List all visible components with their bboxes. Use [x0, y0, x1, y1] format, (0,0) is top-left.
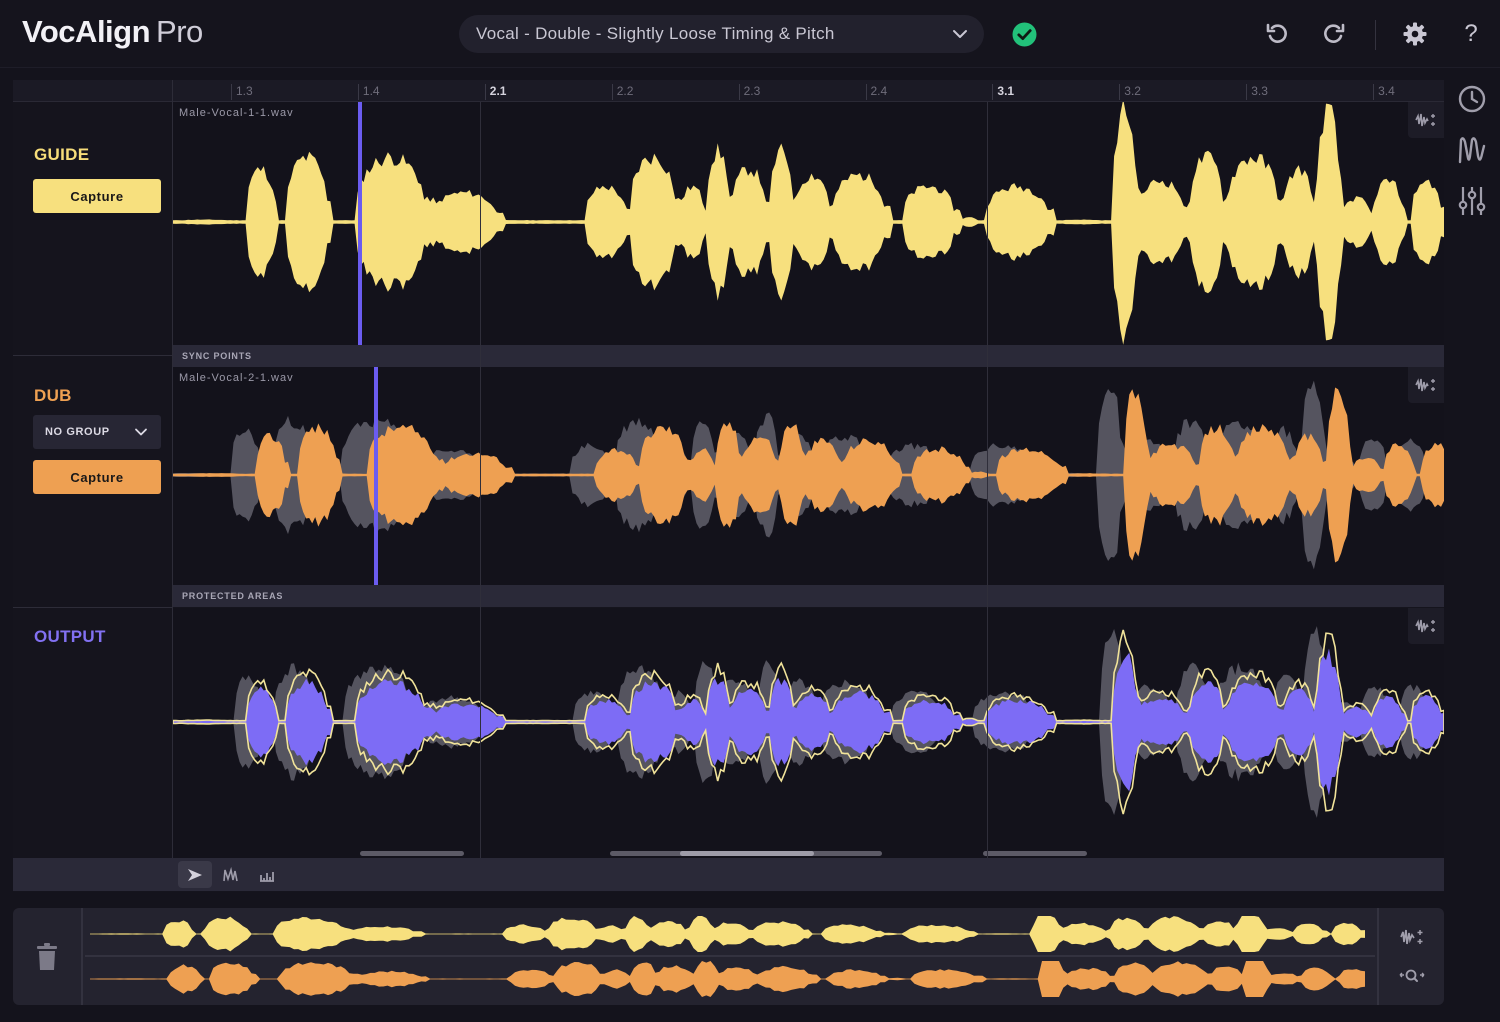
mixer-sliders-icon [1458, 187, 1486, 215]
overview-dub-shape [90, 961, 1365, 997]
dub-group-value: NO GROUP [45, 426, 110, 438]
bar-line [987, 102, 988, 858]
dub-label: DUB [34, 386, 72, 405]
ruler-tick: 1.3 [231, 84, 253, 100]
overview-tools [1377, 908, 1444, 1005]
guide-waveform [173, 102, 1444, 345]
output-waveform-lane[interactable] [173, 608, 1444, 858]
mixer-view-button[interactable] [1456, 184, 1488, 218]
waveform-zoom-icon [1415, 619, 1435, 633]
brand-name: VocAlign [22, 14, 151, 49]
app-logo: VocAlign Pro [22, 14, 203, 50]
sync-point-marker [358, 102, 362, 345]
timing-clock-icon [1458, 85, 1486, 113]
overview-divider [85, 955, 1375, 957]
dub-waveform-lane[interactable]: Male-Vocal-2-1.wav [173, 367, 1444, 585]
ruler-tick: 2.2 [611, 84, 633, 100]
bar-line [480, 102, 481, 858]
waveform-zoom-icon [1415, 113, 1435, 127]
ruler-tick: 2.3 [738, 84, 760, 100]
timeline-ruler[interactable]: 1.3 1.4 2.1 2.2 2.3 2.4 3.1 3.2 3.3 3.4 [13, 80, 1444, 102]
preset-value: Vocal - Double - Slightly Loose Timing &… [476, 24, 835, 43]
dub-waveform-zoom-button[interactable] [1408, 367, 1444, 403]
overview-panel [13, 908, 1444, 1005]
check-circle-icon [1012, 22, 1037, 47]
editor-panel: 1.3 1.4 2.1 2.2 2.3 2.4 3.1 3.2 3.3 3.4 GUIDE Cap… [13, 80, 1444, 892]
dub-capture-button[interactable]: Capture [33, 460, 161, 494]
overview-waveform[interactable] [85, 908, 1375, 1005]
guide-waveform-lane[interactable]: Male-Vocal-1-1.wav [173, 102, 1444, 345]
dub-waveform-shape [173, 387, 1444, 563]
pitch-view-button[interactable] [1456, 133, 1488, 167]
dub-waveform [173, 367, 1444, 585]
output-label: OUTPUT [34, 627, 106, 646]
dub-group-dropdown[interactable]: NO GROUP [33, 415, 161, 449]
guide-waveform-zoom-button[interactable] [1408, 102, 1444, 138]
level-tool-icon [260, 871, 274, 882]
help-icon: ? [1464, 20, 1478, 47]
pointer-tool-button[interactable] [178, 861, 212, 888]
waveform-zoom-button[interactable] [1395, 923, 1429, 951]
guide-track-header: GUIDE Capture [13, 102, 173, 355]
chevron-down-icon [953, 30, 967, 38]
ruler-tick: 2.4 [865, 84, 887, 100]
level-tool-button[interactable] [250, 861, 284, 888]
toolbar-divider [1375, 20, 1376, 50]
undo-button[interactable] [1263, 18, 1291, 50]
gear-icon [1403, 22, 1427, 46]
sync-points-strip[interactable]: SYNC POINTS [173, 345, 1444, 367]
dub-track-header: DUB NO GROUP Capture [13, 356, 173, 607]
protected-areas-strip[interactable]: PROTECTED AREAS [173, 585, 1444, 607]
horizontal-zoom-icon [1399, 969, 1425, 982]
brand-edition: Pro [156, 14, 203, 49]
protected-area-handle-selected[interactable] [680, 851, 814, 856]
sync-point-marker [374, 367, 378, 585]
help-button[interactable]: ? [1457, 18, 1485, 50]
trash-icon [37, 942, 57, 970]
ruler-tick: 3.3 [1246, 84, 1268, 100]
redo-button[interactable] [1320, 18, 1348, 50]
overview-guide-shape [90, 916, 1365, 952]
ruler-tick: 3.4 [1373, 84, 1395, 100]
edit-tools-bar [13, 858, 1444, 891]
pitch-tool-button[interactable] [214, 861, 248, 888]
output-waveform-zoom-button[interactable] [1408, 608, 1444, 644]
settings-button[interactable] [1401, 18, 1429, 50]
ruler-tick: 2.1 [484, 84, 506, 100]
ruler-tick: 1.4 [357, 84, 380, 100]
waveform-zoom-icon [1400, 929, 1423, 945]
waveform-zoom-icon [1415, 378, 1435, 392]
pointer-tool-icon [188, 868, 202, 881]
pitch-tool-icon [223, 866, 238, 882]
undo-icon [1266, 23, 1287, 43]
guide-label: GUIDE [34, 145, 90, 164]
timing-view-button[interactable] [1456, 82, 1488, 116]
ruler-gutter [13, 80, 173, 102]
ruler-tick: 3.1 [992, 84, 1014, 100]
guide-waveform-shape [173, 102, 1444, 345]
output-track-header: OUTPUT [13, 608, 173, 858]
preset-dropdown[interactable]: Vocal - Double - Slightly Loose Timing &… [459, 15, 984, 53]
chevron-down-icon [135, 428, 147, 436]
dub-file-name: Male-Vocal-2-1.wav [179, 372, 294, 384]
pitch-wave-icon [1458, 137, 1486, 164]
protected-area-handle[interactable] [983, 851, 1087, 856]
top-bar: VocAlign Pro Vocal - Double - Slightly Lo… [0, 0, 1500, 68]
delete-button[interactable] [13, 908, 83, 1005]
protected-area-handle[interactable] [360, 851, 464, 856]
guide-capture-button[interactable]: Capture [33, 179, 161, 213]
horizontal-zoom-button[interactable] [1395, 962, 1429, 990]
output-waveform [173, 626, 1444, 818]
guide-file-name: Male-Vocal-1-1.wav [179, 107, 294, 119]
ruler-tick: 3.2 [1119, 84, 1141, 100]
redo-icon [1324, 23, 1345, 43]
